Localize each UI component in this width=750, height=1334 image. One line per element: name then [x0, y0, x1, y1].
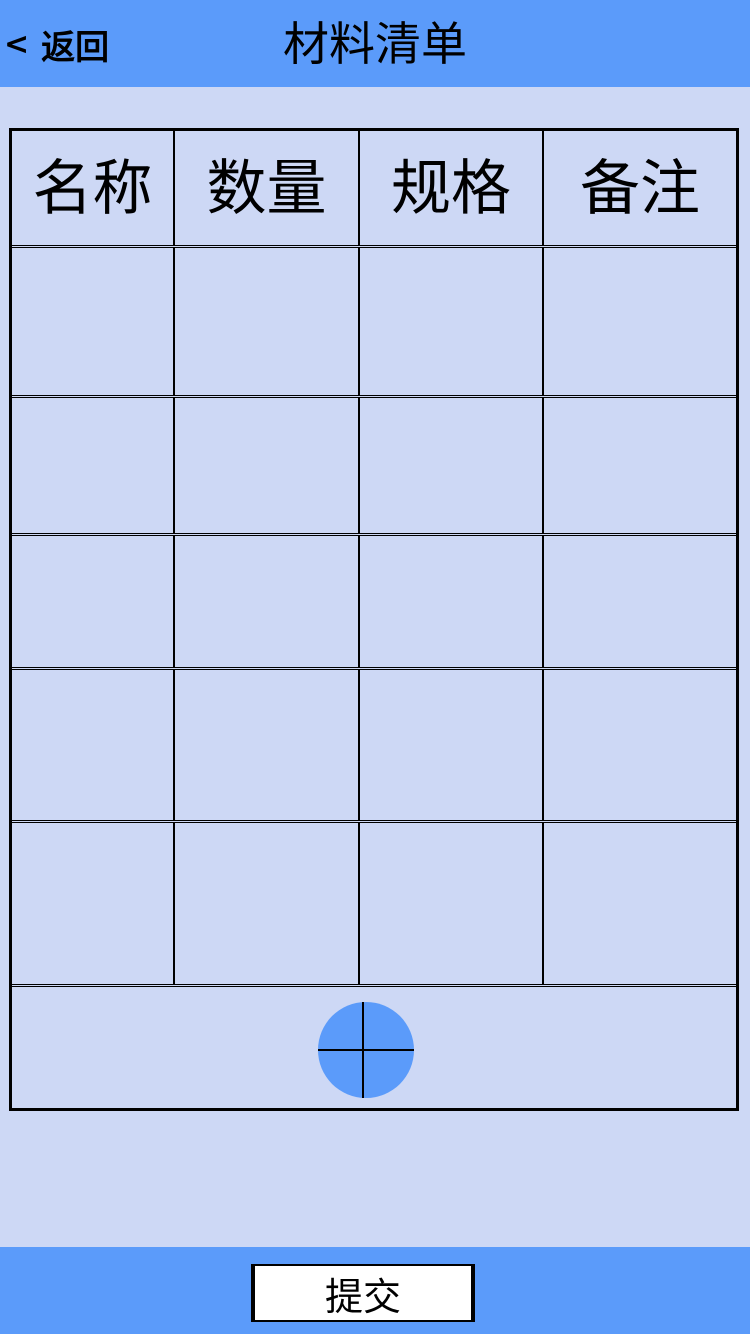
- material-table: 名称 数量 规格 备注: [9, 128, 739, 1111]
- table-cell[interactable]: [12, 248, 175, 396]
- table-cell[interactable]: [544, 670, 736, 821]
- table-cell[interactable]: [175, 398, 360, 534]
- plus-icon: [318, 1049, 414, 1051]
- table-cell[interactable]: [360, 398, 544, 534]
- table-cell[interactable]: [544, 248, 736, 396]
- table-cell[interactable]: [12, 670, 175, 821]
- table-cell[interactable]: [544, 536, 736, 668]
- table-cell[interactable]: [360, 670, 544, 821]
- table-cell[interactable]: [12, 536, 175, 668]
- table-cell[interactable]: [12, 398, 175, 534]
- table-cell[interactable]: [175, 823, 360, 985]
- table-cell[interactable]: [360, 536, 544, 668]
- column-header-name: 名称: [12, 131, 175, 246]
- table-row: [12, 398, 736, 534]
- column-header-spec: 规格: [360, 131, 544, 246]
- table-cell[interactable]: [544, 823, 736, 985]
- table-row: [12, 536, 736, 668]
- table-row: [12, 823, 736, 985]
- table-cell[interactable]: [12, 823, 175, 985]
- column-header-remark: 备注: [580, 153, 700, 224]
- add-row-button[interactable]: [318, 1002, 414, 1098]
- column-header-quantity: 数量: [175, 131, 360, 246]
- table-cell[interactable]: [175, 248, 360, 396]
- table-row: [12, 670, 736, 821]
- bottom-bar: 提交: [0, 1247, 750, 1334]
- table-cell[interactable]: [175, 670, 360, 821]
- table-cell[interactable]: [360, 248, 544, 396]
- table-cell[interactable]: [175, 536, 360, 668]
- table-header-row: 名称 数量 规格 备注: [12, 131, 736, 246]
- page-title: 材料清单: [283, 17, 467, 71]
- table-cell[interactable]: [360, 823, 544, 985]
- table-cell[interactable]: [544, 398, 736, 534]
- plus-icon-vertical: [362, 1002, 364, 1098]
- table-row: [12, 248, 736, 396]
- add-row-area: [12, 986, 736, 1108]
- top-nav-bar: < 返回 材料清单: [0, 0, 750, 87]
- submit-button[interactable]: 提交: [251, 1264, 475, 1322]
